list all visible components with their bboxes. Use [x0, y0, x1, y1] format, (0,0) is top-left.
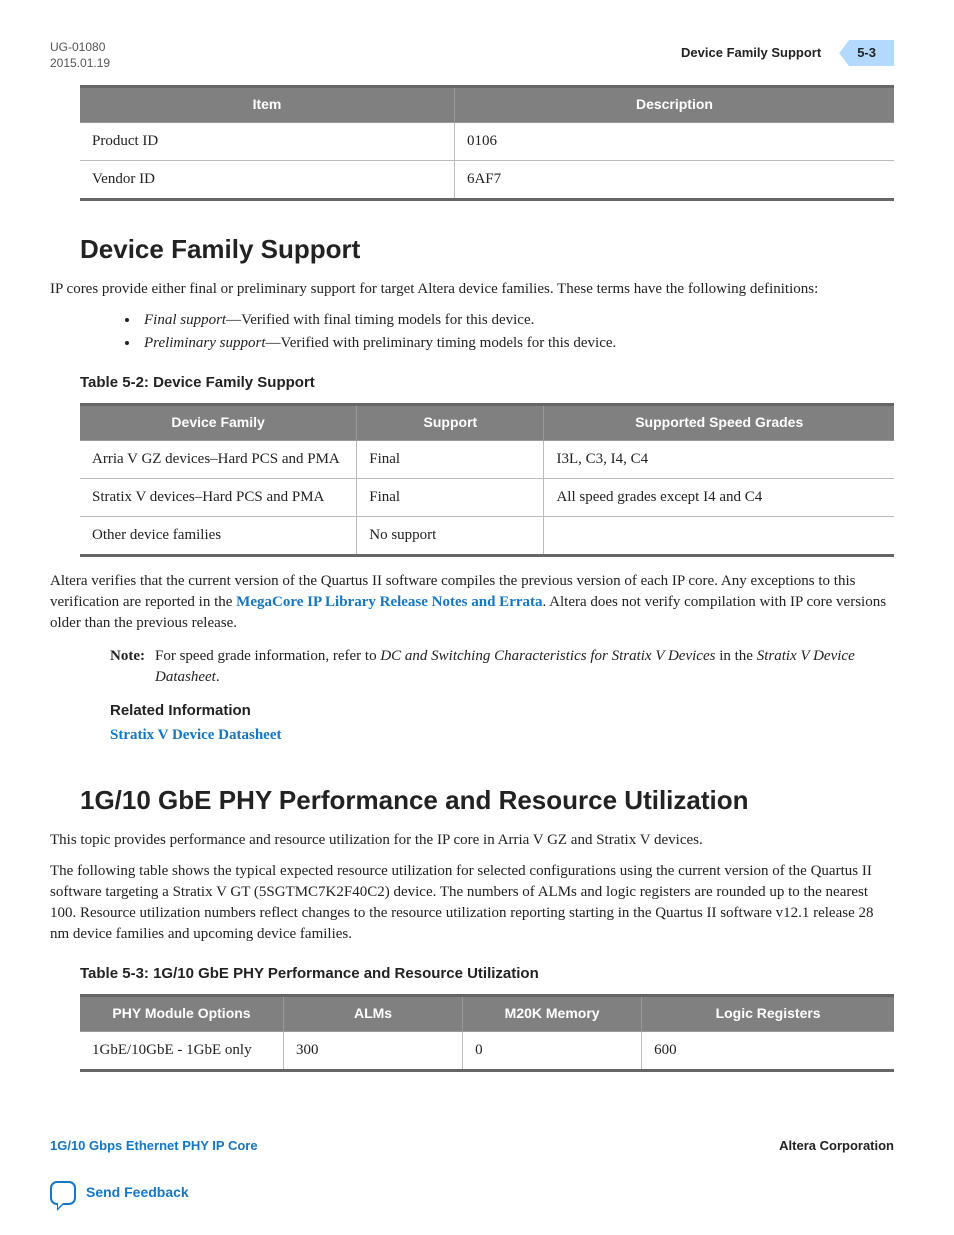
term-desc: —Verified with final timing models for t…	[226, 312, 534, 328]
header-left: UG-01080 2015.01.19	[50, 40, 110, 71]
table-item-description: Item Description Product ID 0106 Vendor …	[80, 85, 894, 201]
heading-performance-resource: 1G/10 GbE PHY Performance and Resource U…	[80, 782, 894, 818]
th: ALMs	[284, 996, 463, 1032]
intro-paragraph: IP cores provide either final or prelimi…	[50, 279, 894, 300]
th-item: Item	[80, 87, 454, 123]
th-description: Description	[454, 87, 894, 123]
doc-date: 2015.01.19	[50, 56, 110, 72]
table-row: Other device families No support	[80, 516, 894, 555]
note-label: Note:	[110, 646, 145, 688]
table-row: 1GbE/10GbE - 1GbE only 300 0 600	[80, 1031, 894, 1070]
doc-id: UG-01080	[50, 40, 110, 56]
table-5-2-caption: Table 5-2: Device Family Support	[80, 372, 894, 393]
page-footer: 1G/10 Gbps Ethernet PHY IP Core Altera C…	[50, 1137, 894, 1205]
term: Final support	[144, 312, 226, 328]
cell: 0106	[454, 122, 894, 160]
cell: Final	[357, 478, 544, 516]
text: in the	[715, 648, 756, 664]
th: Logic Registers	[642, 996, 894, 1032]
cell: 600	[642, 1031, 894, 1070]
table-row: Arria V GZ devices–Hard PCS and PMA Fina…	[80, 440, 894, 478]
stratix-v-datasheet-link[interactable]: Stratix V Device Datasheet	[110, 727, 282, 743]
list-item: Final support—Verified with final timing…	[140, 310, 894, 331]
heading-device-family-support: Device Family Support	[80, 231, 894, 267]
cell: 300	[284, 1031, 463, 1070]
cell: I3L, C3, I4, C4	[544, 440, 894, 478]
feedback-icon	[50, 1181, 76, 1205]
verification-paragraph: Altera verifies that the current version…	[50, 571, 894, 634]
text: For speed grade information, refer to	[155, 648, 380, 664]
text-italic: DC and Switching Characteristics for Str…	[380, 648, 715, 664]
cell: Final	[357, 440, 544, 478]
megacore-link[interactable]: MegaCore IP Library Release Notes and Er…	[236, 594, 542, 610]
cell	[544, 516, 894, 555]
th: Supported Speed Grades	[544, 405, 894, 441]
footer-company: Altera Corporation	[779, 1137, 894, 1155]
cell: 6AF7	[454, 160, 894, 199]
header-right: Device Family Support 5-3	[681, 40, 894, 66]
th: M20K Memory	[463, 996, 642, 1032]
page-number-badge: 5-3	[839, 40, 894, 66]
list-item: Preliminary support—Verified with prelim…	[140, 333, 894, 354]
footer-doc-title[interactable]: 1G/10 Gbps Ethernet PHY IP Core	[50, 1137, 258, 1155]
table-row: Vendor ID 6AF7	[80, 160, 894, 199]
table-5-3-caption: Table 5-3: 1G/10 GbE PHY Performance and…	[80, 963, 894, 984]
table-row: Stratix V devices–Hard PCS and PMA Final…	[80, 478, 894, 516]
cell: All speed grades except I4 and C4	[544, 478, 894, 516]
cell: Vendor ID	[80, 160, 454, 199]
send-feedback-button[interactable]: Send Feedback	[50, 1181, 894, 1205]
feedback-label: Send Feedback	[86, 1183, 189, 1203]
th: PHY Module Options	[80, 996, 284, 1032]
page-header: UG-01080 2015.01.19 Device Family Suppor…	[50, 40, 894, 71]
term-desc: —Verified with preliminary timing models…	[266, 335, 617, 351]
cell: Arria V GZ devices–Hard PCS and PMA	[80, 440, 357, 478]
th: Device Family	[80, 405, 357, 441]
cell: Product ID	[80, 122, 454, 160]
note-body: For speed grade information, refer to DC…	[155, 646, 894, 688]
perf-para1: This topic provides performance and reso…	[50, 830, 894, 851]
table-device-family-support: Device Family Support Supported Speed Gr…	[80, 403, 894, 557]
cell: 1GbE/10GbE - 1GbE only	[80, 1031, 284, 1070]
related-information-heading: Related Information	[110, 700, 894, 721]
cell: Stratix V devices–Hard PCS and PMA	[80, 478, 357, 516]
cell: Other device families	[80, 516, 357, 555]
table-row: Product ID 0106	[80, 122, 894, 160]
definitions-list: Final support—Verified with final timing…	[140, 310, 894, 354]
table-performance-resource: PHY Module Options ALMs M20K Memory Logi…	[80, 994, 894, 1072]
perf-para2: The following table shows the typical ex…	[50, 861, 894, 945]
cell: No support	[357, 516, 544, 555]
header-section-ref: Device Family Support	[681, 44, 821, 62]
text: .	[216, 669, 220, 685]
note-block: Note: For speed grade information, refer…	[110, 646, 894, 688]
cell: 0	[463, 1031, 642, 1070]
term: Preliminary support	[144, 335, 266, 351]
th: Support	[357, 405, 544, 441]
